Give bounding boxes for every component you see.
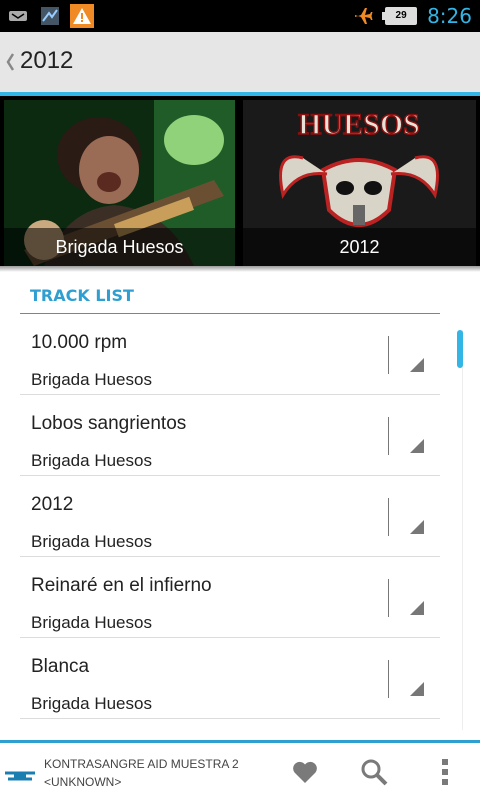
- search-icon[interactable]: [359, 757, 389, 787]
- track-title: 2012: [31, 494, 74, 515]
- notification-email-icon: [6, 4, 30, 28]
- overflow-menu-icon[interactable]: [430, 757, 460, 787]
- track-list[interactable]: 10.000 rpm Brigada Huesos Lobos sangrien…: [20, 314, 440, 740]
- up-navigation-icon[interactable]: [4, 48, 16, 76]
- track-artist: Brigada Huesos: [31, 370, 152, 389]
- clock: 8:26: [427, 4, 472, 28]
- track-row[interactable]: Reinaré en el infierno Brigada Huesos: [20, 557, 440, 638]
- favorite-heart-icon[interactable]: [290, 757, 320, 787]
- action-bar: 2012: [0, 32, 480, 96]
- album-art-text: HUESOS: [298, 108, 420, 141]
- warning-icon: [70, 4, 94, 28]
- row-divider: [388, 660, 389, 698]
- artist-tile[interactable]: Brigada Huesos: [4, 100, 235, 266]
- track-row-partial[interactable]: [20, 719, 440, 740]
- row-divider: [388, 417, 389, 455]
- scroll-track: [462, 330, 463, 730]
- track-artist: Brigada Huesos: [31, 694, 152, 713]
- track-list-header: TRACK LIST: [30, 286, 134, 305]
- artist-tile-caption: Brigada Huesos: [4, 228, 235, 266]
- hero-banner: Brigada Huesos HUESOS 2012: [0, 96, 480, 266]
- battery-icon: 29: [382, 7, 418, 25]
- now-playing-title: KONTRASANGRE AID MUESTRA 2: [44, 757, 239, 771]
- overflow-corner-icon[interactable]: [410, 520, 424, 534]
- page-title[interactable]: 2012: [20, 47, 73, 75]
- track-artist: Brigada Huesos: [31, 451, 152, 470]
- track-artist: Brigada Huesos: [31, 613, 152, 632]
- row-divider: [388, 498, 389, 536]
- track-row[interactable]: Blanca Brigada Huesos: [20, 638, 440, 719]
- notification-app-icon: [38, 4, 62, 28]
- album-tile[interactable]: HUESOS 2012: [243, 100, 476, 266]
- overflow-corner-icon[interactable]: [410, 601, 424, 615]
- album-tile-caption: 2012: [243, 228, 476, 266]
- track-title: 10.000 rpm: [31, 332, 128, 353]
- track-title: Lobos sangrientos: [31, 413, 187, 434]
- row-divider: [388, 579, 389, 617]
- airplane-mode-icon: [351, 4, 375, 28]
- now-playing-bar[interactable]: KONTRASANGRE AID MUESTRA 2 <UNKNOWN>: [0, 740, 480, 800]
- overflow-corner-icon[interactable]: [410, 439, 424, 453]
- status-bar: 29 8:26: [0, 0, 480, 32]
- hero-shadow: [0, 266, 480, 272]
- track-row[interactable]: 10.000 rpm Brigada Huesos: [20, 314, 440, 395]
- scrollbar-thumb[interactable]: [457, 330, 463, 368]
- track-row[interactable]: Lobos sangrientos Brigada Huesos: [20, 395, 440, 476]
- now-playing-artist: <UNKNOWN>: [44, 775, 122, 789]
- now-playing-thumbnail: [4, 769, 36, 782]
- overflow-corner-icon[interactable]: [410, 358, 424, 372]
- track-title: Blanca: [31, 656, 90, 677]
- row-divider: [388, 336, 389, 374]
- overflow-corner-icon[interactable]: [410, 682, 424, 696]
- track-title: Reinaré en el infierno: [31, 575, 212, 596]
- track-row[interactable]: 2012 Brigada Huesos: [20, 476, 440, 557]
- track-artist: Brigada Huesos: [31, 532, 152, 551]
